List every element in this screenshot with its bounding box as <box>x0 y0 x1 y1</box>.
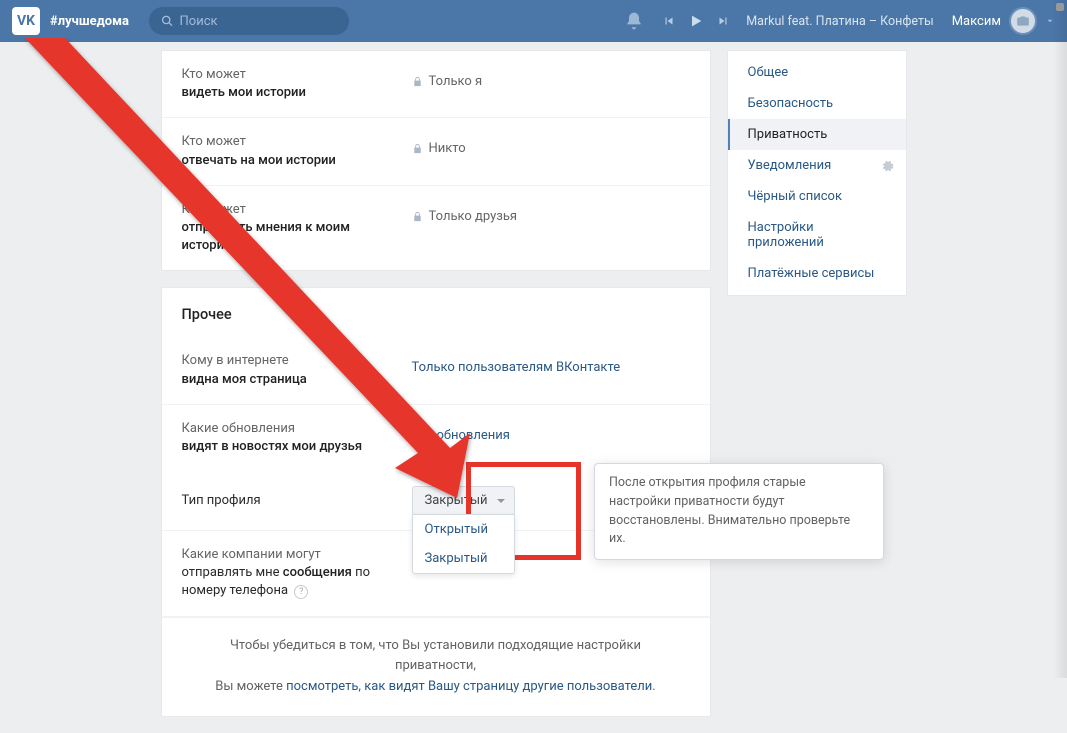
sidebar-item-4[interactable]: Чёрный список <box>728 181 906 212</box>
setting-label: Какие обновлениявидят в новостях мои дру… <box>182 420 412 456</box>
notifications-icon[interactable] <box>624 11 644 31</box>
setting-label: Кому в интернетевидна моя страница <box>182 352 412 388</box>
privacy-footer: Чтобы убедиться в том, что Вы установили… <box>162 617 710 716</box>
dropdown-menu: Открытый Закрытый <box>412 514 515 574</box>
section-title-other: Прочее <box>162 288 710 337</box>
dropdown-option-open[interactable]: Открытый <box>413 515 514 544</box>
setting-row[interactable]: Кому в интернетевидна моя страницаТолько… <box>162 337 710 404</box>
track-title[interactable]: Markul feat. Платина – Конфеты <box>746 14 933 29</box>
profile-type-tooltip: После открытия профиля старые настройки … <box>594 463 884 560</box>
header-right: Markul feat. Платина – Конфеты Максим <box>624 7 1055 35</box>
setting-row[interactable]: Какие обновлениявидят в новостях мои дру… <box>162 405 710 471</box>
sidebar-item-1[interactable]: Безопасность <box>728 88 906 119</box>
music-player: Markul feat. Платина – Конфеты <box>662 13 933 29</box>
next-track-icon[interactable] <box>716 14 730 28</box>
sidebar-item-2[interactable]: Приватность <box>728 119 906 150</box>
camera-icon <box>1016 14 1030 28</box>
app-header: VK #лучшедома Markul feat. Платина – Кон… <box>0 0 1067 42</box>
lock-icon <box>412 211 423 222</box>
lock-icon <box>412 143 423 154</box>
user-name: Максим <box>952 14 1001 29</box>
settings-nav: ОбщееБезопасностьПриватностьУведомленияЧ… <box>727 50 907 296</box>
setting-row[interactable]: Кто можетотвечать на мои историиНикто <box>162 118 710 185</box>
dropdown-option-closed[interactable]: Закрытый <box>413 544 514 573</box>
setting-label: Кто можетвидеть мои истории <box>182 66 412 102</box>
lock-icon <box>412 76 423 87</box>
search-icon <box>161 14 174 28</box>
setting-value: Никто <box>412 133 466 156</box>
avatar <box>1009 7 1037 35</box>
header-hashtag[interactable]: #лучшедома <box>50 14 129 29</box>
setting-value-link[interactable]: Все обновления <box>412 420 510 443</box>
prev-track-icon[interactable] <box>662 14 676 28</box>
label-companies: Какие компании могут отправлять мне сооб… <box>182 546 412 601</box>
setting-label: Кто можетотправлять мнения к моим истори… <box>182 201 412 256</box>
search-input[interactable] <box>180 14 337 29</box>
setting-label: Кто можетотвечать на мои истории <box>182 133 412 169</box>
sidebar-item-5[interactable]: Настройки приложений <box>728 212 906 258</box>
setting-row[interactable]: Кто можетвидеть мои историиТолько я <box>162 51 710 118</box>
preview-link[interactable]: посмотреть, как видят Вашу страницу друг… <box>286 679 656 694</box>
setting-value-link[interactable]: Только пользователям ВКонтакте <box>412 352 621 375</box>
vk-logo[interactable]: VK <box>12 7 40 35</box>
play-icon[interactable] <box>688 13 704 29</box>
settings-panel-stories: Кто можетвидеть мои историиТолько яКто м… <box>161 50 711 271</box>
help-icon[interactable]: ? <box>294 585 308 599</box>
search-box[interactable] <box>149 7 349 35</box>
setting-value: Только я <box>412 66 483 89</box>
chevron-down-icon <box>1045 16 1055 26</box>
gear-icon[interactable] <box>880 159 894 173</box>
sidebar-item-3[interactable]: Уведомления <box>728 150 906 181</box>
sidebar-item-6[interactable]: Платёжные сервисы <box>728 258 906 289</box>
sidebar-item-0[interactable]: Общее <box>728 57 906 88</box>
setting-value: Только друзья <box>412 201 518 224</box>
setting-row[interactable]: Кто можетотправлять мнения к моим истори… <box>162 186 710 271</box>
label-profile-type: Тип профиля <box>182 486 412 510</box>
user-menu[interactable]: Максим <box>952 7 1055 35</box>
